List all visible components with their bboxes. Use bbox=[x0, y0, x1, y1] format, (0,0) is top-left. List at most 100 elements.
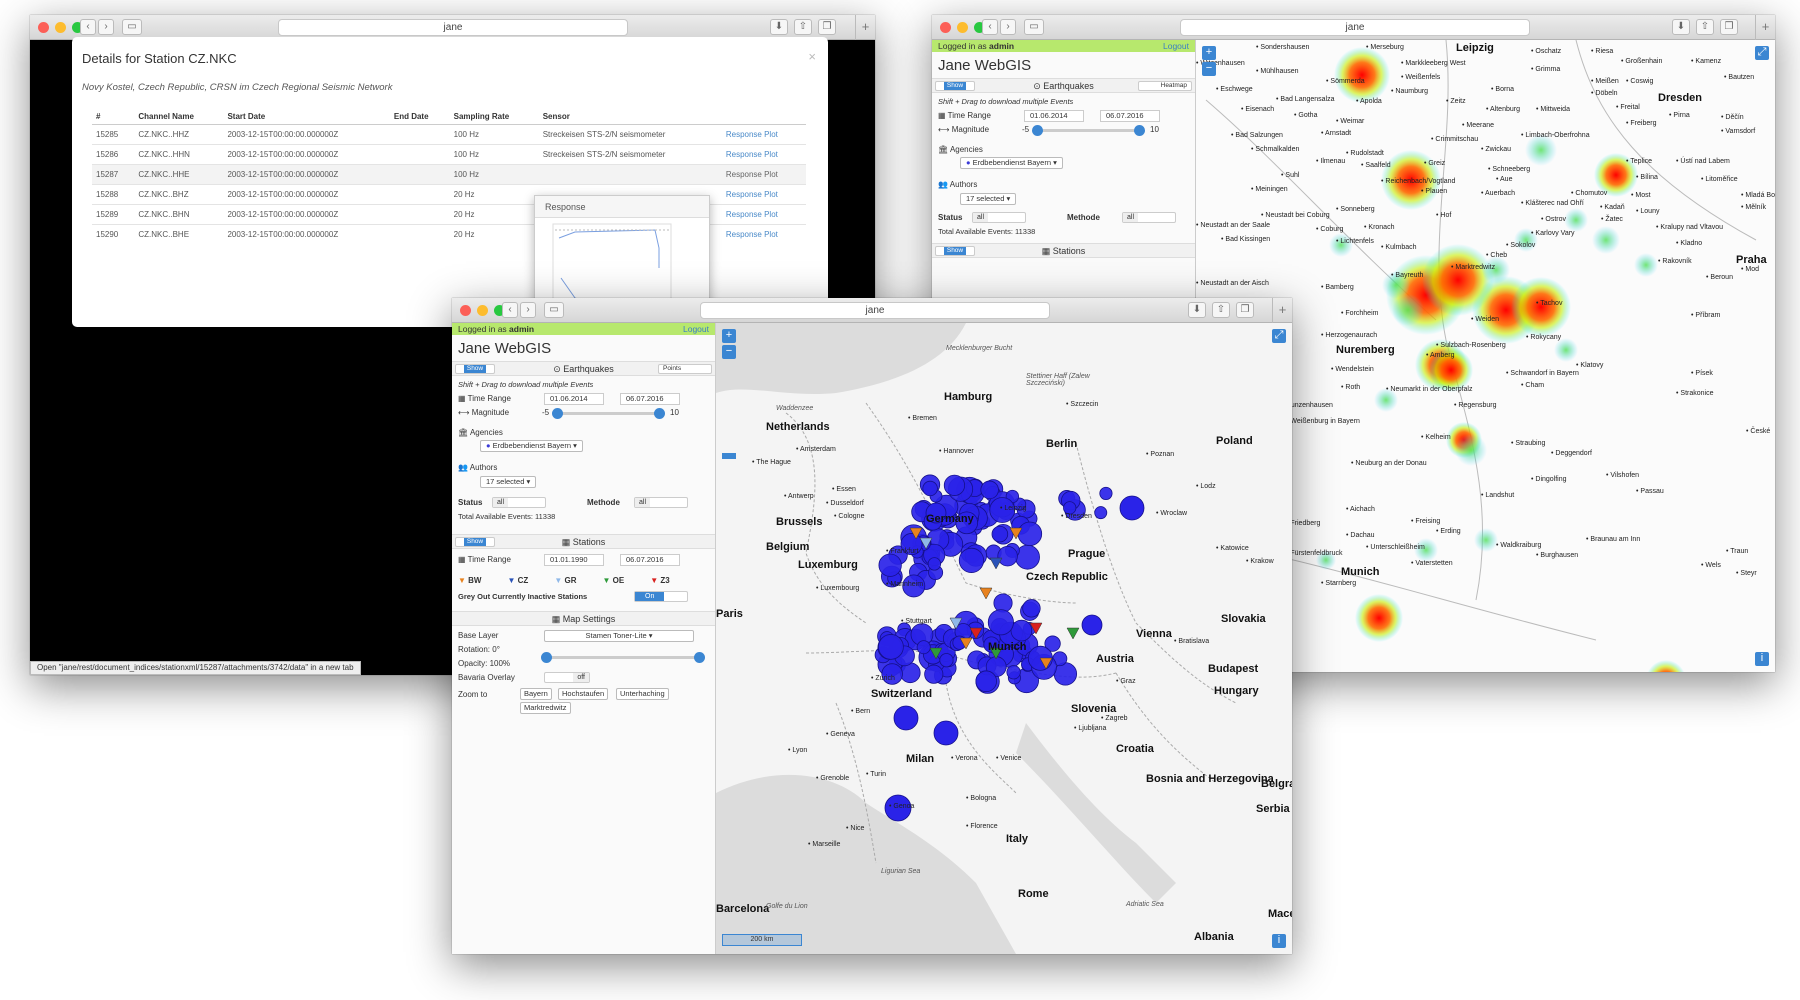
download-icon[interactable]: ⬇ bbox=[770, 19, 788, 35]
minimize-window-icon[interactable] bbox=[55, 22, 66, 33]
zoom-out-button[interactable]: − bbox=[722, 345, 736, 359]
sidebar-toggle-icon[interactable]: ▭ bbox=[122, 19, 142, 35]
stations-time-from-input[interactable]: 01.01.1990 bbox=[544, 554, 604, 566]
zoom-out-button[interactable]: − bbox=[1202, 62, 1216, 76]
layer-mode-toggle[interactable]: Points bbox=[658, 364, 712, 374]
magnitude-slider[interactable] bbox=[1032, 125, 1145, 136]
share-icon[interactable]: ⇧ bbox=[794, 19, 812, 35]
stations-time-to-input[interactable]: 06.07.2016 bbox=[620, 554, 680, 566]
time-to-input[interactable]: 06.07.2016 bbox=[620, 393, 680, 405]
network-gr[interactable]: ▼ GR bbox=[554, 576, 576, 585]
stations-section-header[interactable]: Show ▦ Stations bbox=[452, 534, 715, 549]
time-from-input[interactable]: 01.06.2014 bbox=[1024, 110, 1084, 122]
earthquake-marker[interactable] bbox=[958, 547, 985, 573]
zoom-bayern-button[interactable]: Bayern bbox=[520, 688, 552, 700]
mag-min-handle[interactable] bbox=[552, 408, 563, 419]
earthquake-marker[interactable] bbox=[939, 653, 954, 668]
authors-dropdown[interactable]: 17 selected ▾ bbox=[960, 193, 1017, 205]
earthquake-marker[interactable] bbox=[987, 609, 1014, 636]
mag-max-handle[interactable] bbox=[654, 408, 665, 419]
earthquake-marker[interactable] bbox=[927, 557, 942, 571]
response-plot-link[interactable]: Response Plot bbox=[721, 204, 806, 225]
earthquake-marker[interactable] bbox=[1094, 506, 1108, 520]
info-button[interactable]: i bbox=[1755, 652, 1769, 666]
earthquakes-section-header[interactable]: Show ⊙ Earthquakes Heatmap bbox=[932, 78, 1195, 93]
new-tab-button[interactable]: + bbox=[1272, 298, 1292, 323]
zoom-in-button[interactable]: + bbox=[722, 329, 736, 343]
status-switch[interactable]: all bbox=[972, 212, 1026, 223]
minimize-window-icon[interactable] bbox=[957, 22, 968, 33]
download-icon[interactable]: ⬇ bbox=[1672, 19, 1690, 35]
grey-out-switch[interactable]: On bbox=[634, 591, 688, 602]
stations-section-header[interactable]: Show ▦ Stations bbox=[932, 243, 1195, 258]
download-icon[interactable]: ⬇ bbox=[1188, 302, 1206, 318]
earthquake-marker[interactable] bbox=[943, 474, 966, 496]
earthquakes-show-toggle[interactable]: Show bbox=[455, 364, 495, 374]
share-icon[interactable]: ⇧ bbox=[1212, 302, 1230, 318]
earthquake-marker[interactable] bbox=[975, 670, 997, 693]
zoom-marktredwitz-button[interactable]: Marktredwitz bbox=[520, 702, 571, 714]
new-tab-button[interactable]: + bbox=[855, 15, 875, 40]
earthquake-marker[interactable] bbox=[878, 634, 904, 660]
zoom-hochstaufen-button[interactable]: Hochstaufen bbox=[558, 688, 609, 700]
earthquake-marker[interactable] bbox=[980, 480, 999, 500]
mag-max-handle[interactable] bbox=[1134, 125, 1145, 136]
fullscreen-button[interactable]: ⤢ bbox=[1755, 46, 1769, 60]
agencies-dropdown[interactable]: ● Erdbebendienst Bayern ▾ bbox=[960, 157, 1063, 169]
network-z3[interactable]: ▼ Z3 bbox=[650, 576, 670, 585]
station-marker[interactable] bbox=[989, 557, 1003, 570]
stations-show-toggle[interactable]: Show bbox=[455, 537, 495, 547]
points-map[interactable]: Netherlands Belgium Luxemburg Germany Czech … bbox=[716, 323, 1292, 954]
tabs-icon[interactable]: ❐ bbox=[818, 19, 836, 35]
agencies-dropdown[interactable]: ● Erdbebendienst Bayern ▾ bbox=[480, 440, 583, 452]
base-layer-dropdown[interactable]: Stamen Toner-Lite ▾ bbox=[544, 630, 694, 642]
earthquake-marker[interactable] bbox=[922, 480, 938, 497]
earthquake-marker[interactable] bbox=[933, 720, 959, 746]
status-switch[interactable]: all bbox=[492, 497, 546, 508]
map-settings-header[interactable]: ▦ Map Settings bbox=[452, 611, 715, 626]
magnitude-slider[interactable] bbox=[552, 408, 665, 419]
forward-button[interactable]: › bbox=[520, 302, 536, 318]
zoom-unterhaching-button[interactable]: Unterhaching bbox=[616, 688, 669, 700]
response-plot-link[interactable]: Response Plot bbox=[721, 164, 806, 185]
earthquake-marker[interactable] bbox=[1053, 662, 1078, 686]
tabs-icon[interactable]: ❐ bbox=[1236, 302, 1254, 318]
earthquake-marker[interactable] bbox=[997, 545, 1018, 567]
bavaria-overlay-switch[interactable]: off bbox=[544, 672, 590, 683]
methode-switch[interactable]: all bbox=[634, 497, 688, 508]
address-bar[interactable]: jane bbox=[700, 302, 1050, 319]
modal-close-icon[interactable]: × bbox=[808, 49, 816, 64]
back-button[interactable]: ‹ bbox=[502, 302, 518, 318]
minimize-window-icon[interactable] bbox=[477, 305, 488, 316]
network-bw[interactable]: ▼ BW bbox=[458, 576, 481, 585]
network-cz[interactable]: ▼ CZ bbox=[507, 576, 528, 585]
station-marker[interactable] bbox=[979, 587, 993, 600]
earthquake-marker[interactable] bbox=[1006, 665, 1021, 680]
response-plot-link[interactable]: Response Plot bbox=[721, 144, 806, 165]
fullscreen-button[interactable]: ⤢ bbox=[1272, 329, 1286, 343]
earthquake-marker[interactable] bbox=[878, 553, 902, 577]
earthquake-marker[interactable] bbox=[893, 705, 919, 731]
response-plot-link[interactable]: Response Plot bbox=[721, 224, 806, 244]
earthquake-marker[interactable] bbox=[991, 525, 1009, 543]
logout-link[interactable]: Logout bbox=[1163, 40, 1189, 52]
close-window-icon[interactable] bbox=[38, 22, 49, 33]
opacity-handle[interactable] bbox=[694, 652, 705, 663]
time-to-input[interactable]: 06.07.2016 bbox=[1100, 110, 1160, 122]
sidebar-toggle-icon[interactable]: ▭ bbox=[544, 302, 564, 318]
address-bar[interactable]: jane bbox=[278, 19, 628, 36]
stations-show-toggle[interactable]: Show bbox=[935, 246, 975, 256]
logout-link[interactable]: Logout bbox=[683, 323, 709, 335]
close-window-icon[interactable] bbox=[460, 305, 471, 316]
zoom-slider[interactable] bbox=[722, 363, 736, 463]
earthquake-marker[interactable] bbox=[1081, 614, 1103, 636]
earthquakes-show-toggle[interactable]: Show bbox=[935, 81, 975, 91]
layer-mode-toggle[interactable]: Heatmap bbox=[1138, 81, 1192, 91]
earthquake-marker[interactable] bbox=[1017, 521, 1043, 547]
earthquake-marker[interactable] bbox=[1119, 495, 1145, 521]
new-tab-button[interactable]: + bbox=[1755, 15, 1775, 40]
network-oe[interactable]: ▼ OE bbox=[602, 576, 624, 585]
response-plot-link[interactable]: Response Plot bbox=[721, 124, 806, 145]
mag-min-handle[interactable] bbox=[1032, 125, 1043, 136]
authors-dropdown[interactable]: 17 selected ▾ bbox=[480, 476, 537, 488]
